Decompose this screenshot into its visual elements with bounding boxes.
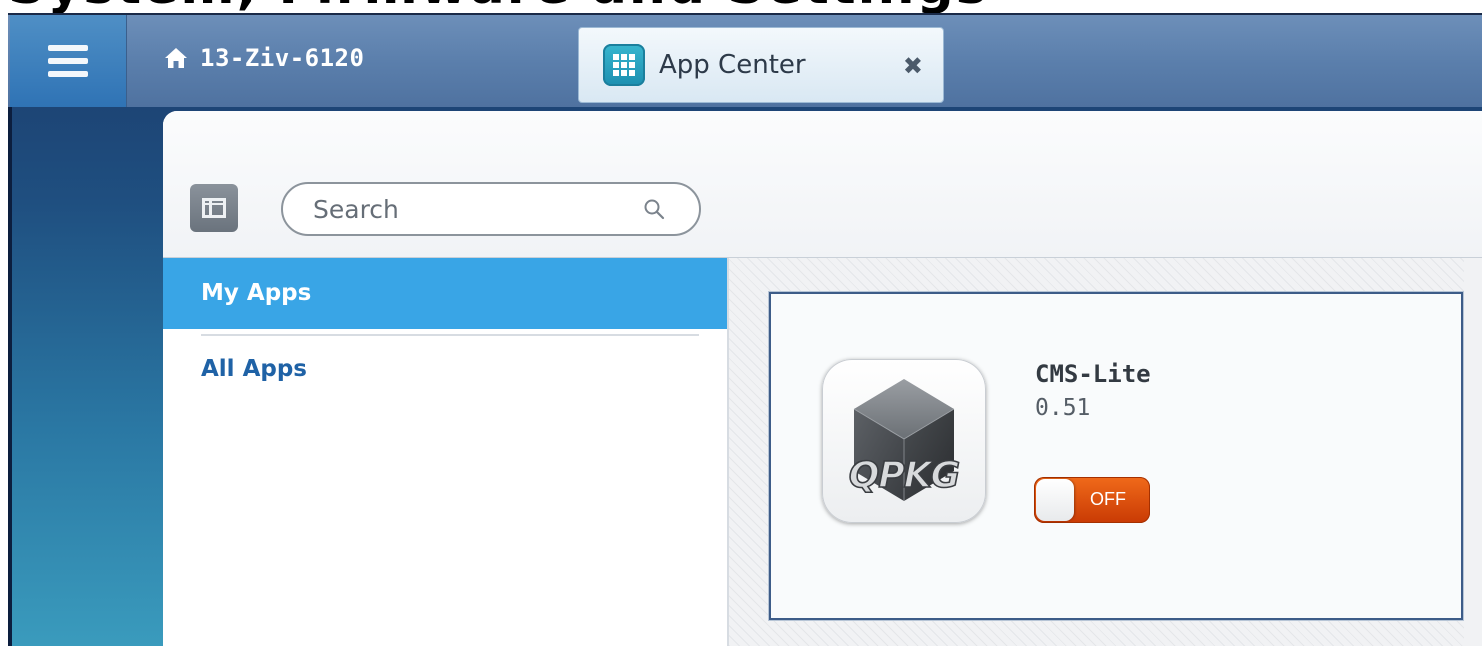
sidebar-toggle-button[interactable]: [190, 184, 238, 232]
tab-app-center-label: App Center: [659, 50, 806, 80]
cropped-page-heading-strip: System, Firmware and Settings: [0, 0, 1482, 13]
home-icon: [165, 48, 187, 68]
app-center-grid-icon: [603, 44, 645, 86]
toggle-state-label: OFF: [1090, 489, 1126, 509]
sidebar-divider: [201, 334, 699, 336]
tab-app-center[interactable]: App Center ✖: [578, 27, 944, 103]
search-input[interactable]: [313, 194, 623, 224]
apps-content-area: QPKG CMS-Lite 0.51 OFF: [729, 258, 1482, 646]
search-box: [281, 182, 701, 236]
svg-text:QPKG: QPKG: [849, 455, 959, 496]
qts-desktop: 13-Ziv-6120 App Center ✖ Search My Apps …: [8, 13, 1482, 646]
sidebar-item-my-apps[interactable]: My Apps: [163, 258, 727, 329]
app-name: CMS-Lite: [1035, 360, 1151, 388]
toggle-knob: [1036, 479, 1074, 521]
nas-name: 13-Ziv-6120: [200, 44, 365, 72]
app-version: 0.51: [1035, 395, 1091, 421]
main-menu-button[interactable]: [10, 15, 127, 107]
app-center-sidebar: My Apps All Apps: [163, 258, 729, 646]
content-right-gutter: [1464, 258, 1482, 646]
app-power-toggle[interactable]: OFF: [1034, 477, 1150, 523]
sidebar-item-label: All Apps: [201, 356, 307, 382]
hamburger-icon: [48, 45, 88, 77]
search-icon[interactable]: [643, 198, 665, 220]
close-icon[interactable]: ✖: [903, 54, 923, 78]
sidebar-item-all-apps[interactable]: All Apps: [163, 344, 727, 414]
app-center-window: My Apps All Apps: [163, 111, 1482, 646]
sidebar-toggle-icon: [202, 198, 226, 218]
home-nas-button[interactable]: 13-Ziv-6120: [164, 43, 364, 73]
cropped-page-heading: System, Firmware and Settings: [8, 0, 989, 13]
qpkg-cube-icon: QPKG: [822, 359, 986, 523]
sidebar-item-label: My Apps: [201, 280, 312, 306]
app-card-cms-lite[interactable]: QPKG CMS-Lite 0.51 OFF: [769, 292, 1463, 620]
taskbar: 13-Ziv-6120 App Center ✖: [8, 13, 1482, 107]
app-center-toolbar: [163, 111, 1482, 258]
